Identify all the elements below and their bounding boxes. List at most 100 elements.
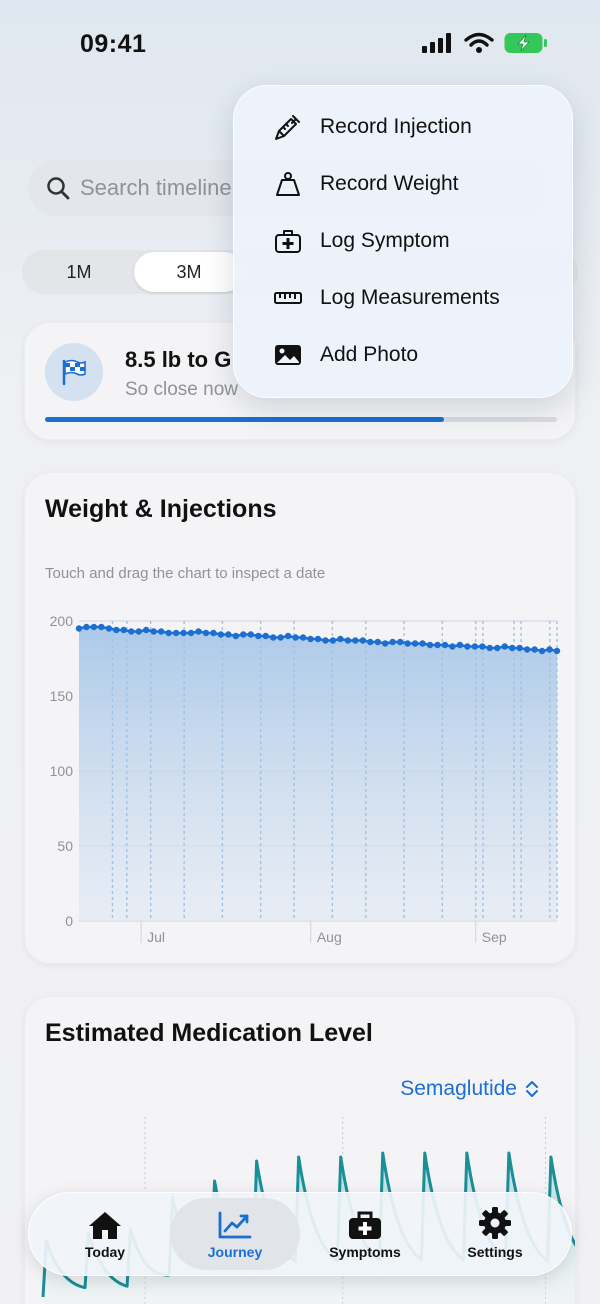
medical-kit-icon [275,230,301,253]
weight-point [531,646,538,653]
tab-journey[interactable]: Journey [170,1198,300,1270]
range-tab-3m[interactable]: 3M [134,252,244,292]
status-icons [422,32,548,54]
menu-item-label: Add Photo [320,343,419,366]
chart-hint: Touch and drag the chart to inspect a da… [45,565,326,582]
tab-label: Today [84,1244,126,1260]
weight-point [247,631,254,638]
weight-point [299,634,307,641]
weight-point [486,644,493,652]
weight-point [329,637,337,644]
weight-point [210,629,217,637]
menu-item-add-photo[interactable]: Add Photo [233,327,573,383]
tab-label: Journey [207,1244,263,1260]
weight-chart[interactable]: 0 50 100 150 200 Jul Aug Sep [25,601,577,961]
menu-item-record-weight[interactable]: Record Weight [233,156,573,212]
weight-point [516,644,523,652]
weight-point [98,623,105,631]
tab-symptoms[interactable]: Symptoms [300,1198,430,1270]
weight-point [202,629,210,637]
weight-point [180,629,187,637]
weight-point [479,643,486,650]
x-tick-label: Aug [317,929,342,945]
weight-point [113,626,120,634]
weight-point [143,626,150,634]
weight-point [494,644,501,652]
weight-point [553,647,561,655]
y-tick-label: 50 [57,838,73,854]
weight-point [269,634,277,641]
syringe-icon [275,115,300,140]
weight-point [225,631,232,638]
trend-chart-icon [218,1211,252,1239]
weight-point [83,623,90,631]
photo-icon [275,345,301,365]
weight-point [434,641,441,649]
weight-point [284,632,292,640]
weight-injections-card[interactable]: Weight & Injections Touch and drag the c… [24,472,576,964]
weight-point [262,632,269,640]
weight-point [419,640,426,647]
weight-point [449,643,456,650]
weight-point [426,641,434,649]
weight-point [90,623,98,631]
weight-point [307,635,314,643]
tab-label: Settings [467,1244,523,1260]
weight-point [404,640,411,647]
weight-point [232,632,240,640]
menu-item-record-injection[interactable]: Record Injection [233,99,573,155]
drug-selector-label: Semaglutide [400,1077,517,1100]
home-icon [89,1212,121,1239]
status-time: 09:41 [80,30,147,58]
weight-point [165,629,172,637]
tab-label: Symptoms [329,1244,401,1260]
goal-progress-bar [45,417,557,422]
weight-point [352,637,359,644]
weight-point [240,631,247,638]
weight-point [367,638,374,646]
search-icon [47,177,70,200]
range-tab-1m[interactable]: 1M [24,252,134,292]
weight-point [172,629,180,637]
tab-settings[interactable]: Settings [430,1198,560,1270]
goal-progress-fill [45,417,445,422]
weight-point [292,634,299,641]
weight-point [456,641,464,649]
weight-point [382,640,389,647]
weight-point [217,631,225,638]
weight-point [464,643,471,650]
menu-item-label: Record Weight [320,172,459,195]
y-tick-label: 100 [50,763,74,779]
weight-point [277,634,284,641]
weight-chart-title: Weight & Injections [45,495,277,523]
weight-point [396,638,404,646]
weight-point [411,640,419,647]
weight-point [255,632,262,640]
weight-point [150,628,157,635]
wifi-icon [464,32,494,53]
weight-point [120,626,128,634]
weight-point [195,628,202,635]
x-tick-label: Sep [482,929,507,945]
weight-point [523,646,531,653]
weight-point [508,644,516,652]
menu-item-log-symptom[interactable]: Log Symptom [233,213,573,269]
weight-point [374,638,381,646]
add-entry-menu: Record Injection Record Weight Log Sympt… [233,85,573,398]
menu-item-label: Log Measurements [320,286,500,309]
battery-charging-icon [504,33,547,53]
weight-point [322,637,329,644]
weight-point [157,628,165,635]
weight-point [187,629,195,637]
medical-kit-icon [349,1211,381,1239]
drug-selector[interactable]: Semaglutide [400,1077,539,1101]
y-tick-label: 0 [65,913,73,929]
tab-bar: Today Journey Symptoms Settings [28,1192,572,1276]
menu-item-log-measurements[interactable]: Log Measurements [233,270,573,326]
weight-point [471,643,479,650]
weight-point [128,628,135,635]
status-bar: 09:41 [0,0,600,90]
tab-today[interactable]: Today [40,1198,170,1270]
weight-point [441,641,449,649]
gear-icon [479,1207,511,1239]
